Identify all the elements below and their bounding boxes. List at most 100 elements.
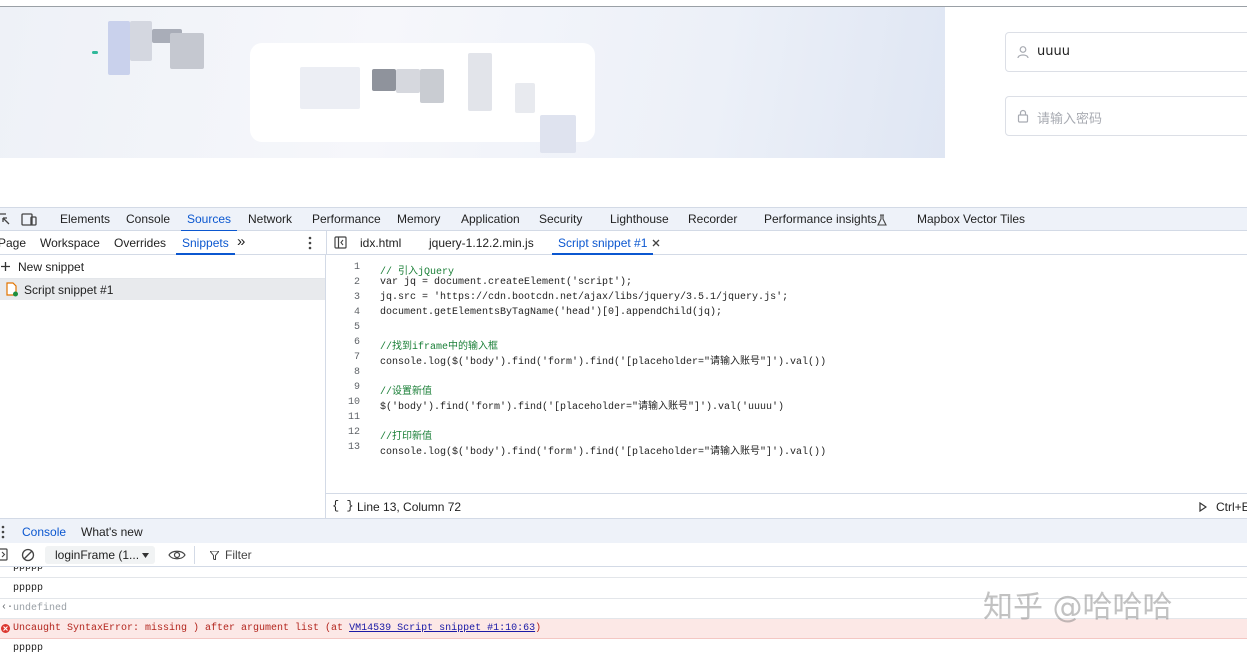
console-toolbar: loginFrame (1... Filter — [0, 543, 1247, 567]
error-source-link[interactable]: VM14539 Script snippet #1:10:63 — [349, 623, 535, 634]
page-preview: uuuu 请输入密码 — [0, 0, 1247, 207]
lock-icon — [1017, 109, 1029, 123]
drawer-tab-whats-new[interactable]: What's new — [81, 525, 143, 539]
sources-subbar: Page Workspace Overrides Snippets » idx.… — [0, 231, 1247, 255]
tab-security[interactable]: Security — [539, 212, 582, 226]
tab-memory[interactable]: Memory — [397, 212, 440, 226]
tab-performance[interactable]: Performance — [312, 212, 381, 226]
snippet-item[interactable]: Script snippet #1 — [0, 279, 325, 300]
nav-tab-snippets[interactable]: Snippets — [176, 236, 235, 255]
tab-sources[interactable]: Sources — [180, 212, 238, 232]
snippets-navigator: New snippet Script snippet #1 — [0, 255, 326, 518]
blurred-title-text — [515, 83, 535, 113]
code-line: document.getElementsByTagName('head')[0]… — [380, 307, 723, 318]
tab-elements[interactable]: Elements — [60, 212, 110, 226]
new-snippet-button[interactable]: New snippet — [0, 255, 325, 279]
line-number: 2 — [353, 277, 360, 288]
error-icon — [1, 624, 10, 633]
line-number: 6 — [353, 337, 360, 348]
new-snippet-label: New snippet — [18, 260, 85, 274]
nav-tab-page[interactable]: Page — [0, 236, 26, 250]
username-value: uuuu — [1037, 44, 1070, 59]
code-line: $('body').find('form').find('[placeholde… — [380, 402, 785, 413]
user-icon — [1017, 46, 1029, 59]
code-line: console.log($('body').find('form').find(… — [380, 357, 827, 368]
blurred-title-text — [300, 67, 360, 109]
line-number: 11 — [347, 412, 360, 423]
console-log-row: ppppp — [0, 639, 1247, 654]
more-tabs-icon[interactable]: » — [237, 233, 245, 250]
tab-console[interactable]: Console — [126, 212, 170, 226]
cursor-position: Line 13, Column 72 — [357, 500, 462, 514]
snippet-file-icon — [6, 282, 18, 297]
devtools-main-tabbar: Elements Console Sources Network Perform… — [0, 207, 1247, 232]
line-number: 9 — [353, 382, 360, 393]
more-options-icon[interactable] — [308, 236, 312, 250]
line-number: 3 — [353, 292, 360, 303]
plus-icon — [1, 262, 10, 271]
close-tab-icon[interactable] — [652, 239, 660, 247]
line-number: 5 — [353, 322, 360, 333]
eye-icon[interactable] — [168, 549, 186, 561]
sidebar-toggle-icon[interactable] — [0, 548, 8, 561]
line-number: 13 — [347, 442, 360, 453]
blurred-logo — [130, 21, 152, 61]
file-tab-idx-html[interactable]: idx.html — [360, 236, 401, 250]
chevron-down-icon — [142, 553, 149, 558]
line-number: 4 — [353, 307, 360, 318]
drawer-menu-icon[interactable] — [1, 525, 5, 539]
code-line: //找到iframe中的输入框 — [380, 342, 499, 353]
filter-input[interactable]: Filter — [225, 548, 252, 562]
toggle-navigator-icon[interactable] — [334, 236, 347, 249]
blurred-title-text — [420, 69, 444, 103]
tab-application[interactable]: Application — [461, 212, 520, 226]
line-number: 10 — [347, 397, 360, 408]
pane-divider — [326, 231, 327, 255]
return-value-text: undefined — [13, 603, 68, 614]
tab-performance-insights[interactable]: Performance insights — [764, 212, 877, 226]
context-selector[interactable]: loginFrame (1... — [45, 546, 155, 564]
tab-network[interactable]: Network — [248, 212, 292, 226]
drawer-tabbar: Console What's new — [0, 518, 1247, 545]
device-toolbar-icon[interactable] — [21, 213, 37, 226]
log-text: ppppp — [13, 643, 44, 654]
password-field[interactable]: 请输入密码 — [1005, 96, 1247, 136]
console-log-row: ppppp — [0, 567, 1247, 578]
nav-tab-workspace[interactable]: Workspace — [40, 236, 100, 250]
blurred-title-text — [396, 69, 420, 93]
watermark: 知乎 @哈哈哈 — [983, 590, 1173, 625]
file-tab-script-snippet[interactable]: Script snippet #1 — [551, 236, 654, 255]
pretty-print-icon[interactable]: { } — [332, 499, 354, 513]
blurred-title-text — [468, 53, 492, 111]
line-number: 1 — [353, 262, 360, 273]
flask-icon — [877, 214, 887, 226]
code-line: console.log($('body').find('form').find(… — [380, 447, 827, 458]
tab-recorder[interactable]: Recorder — [688, 212, 737, 226]
tab-mapbox-vector-tiles[interactable]: Mapbox Vector Tiles — [917, 212, 1025, 226]
blurred-logo — [170, 33, 204, 69]
line-number: 12 — [347, 427, 360, 438]
error-tail: ) — [535, 623, 542, 634]
code-line: jq.src = 'https://cdn.bootcdn.net/ajax/l… — [380, 292, 789, 303]
run-snippet-icon[interactable] — [1199, 502, 1207, 512]
code-line: //设置新值 — [380, 387, 433, 398]
drawer-tab-console[interactable]: Console — [15, 525, 73, 545]
run-shortcut-label: Ctrl+E — [1216, 500, 1247, 514]
error-message: Uncaught SyntaxError: missing ) after ar… — [13, 623, 541, 634]
file-tab-jquery[interactable]: jquery-1.12.2.min.js — [429, 236, 534, 250]
filter-icon — [210, 551, 219, 560]
inspect-element-icon[interactable] — [0, 213, 10, 226]
clear-console-icon[interactable] — [21, 548, 35, 562]
log-text: ppppp — [13, 583, 44, 594]
decorative-shape — [540, 115, 576, 153]
username-field[interactable]: uuuu — [1005, 32, 1247, 72]
log-text: ppppp — [13, 567, 44, 573]
tab-lighthouse[interactable]: Lighthouse — [610, 212, 669, 226]
login-banner-image — [0, 7, 945, 158]
code-editor[interactable]: 1 2 3 4 5 6 7 8 9 10 11 12 13 // 引入jQuer… — [326, 255, 1247, 493]
toolbar-divider — [194, 546, 195, 564]
password-placeholder: 请输入密码 — [1037, 112, 1103, 127]
context-selector-label: loginFrame (1... — [55, 548, 140, 562]
logo-fragment — [92, 51, 98, 54]
nav-tab-overrides[interactable]: Overrides — [114, 236, 166, 250]
